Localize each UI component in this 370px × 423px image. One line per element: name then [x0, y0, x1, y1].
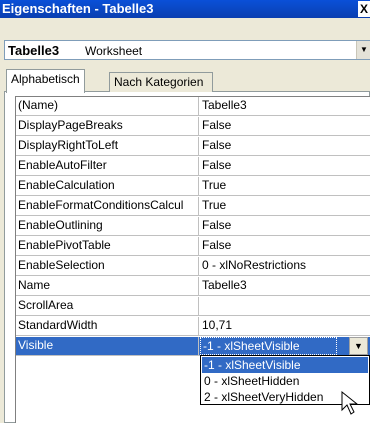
property-value[interactable]: True: [202, 198, 226, 212]
column-divider: [198, 337, 199, 356]
property-value[interactable]: False: [202, 118, 231, 132]
property-value[interactable]: False: [202, 158, 231, 172]
mouse-pointer-icon: [341, 390, 359, 415]
property-name: EnableFormatConditionsCalcul: [18, 198, 184, 212]
property-value[interactable]: False: [202, 218, 231, 232]
column-divider: [198, 97, 199, 116]
close-button[interactable]: X: [358, 1, 370, 17]
property-value[interactable]: Tabelle3: [202, 278, 247, 292]
column-divider: [198, 137, 199, 156]
object-name: Tabelle3: [8, 43, 60, 58]
column-divider: [198, 157, 199, 176]
property-value[interactable]: 0 - xlNoRestrictions: [202, 258, 306, 272]
property-name: EnableAutoFilter: [18, 158, 107, 172]
property-name: EnableCalculation: [18, 178, 115, 192]
property-name: ScrollArea: [18, 298, 74, 312]
option-xlsheethidden[interactable]: 0 - xlSheetHidden: [202, 373, 368, 389]
tab-nach-kategorien[interactable]: Nach Kategorien: [109, 72, 213, 92]
column-divider: [198, 197, 199, 216]
column-divider: [198, 297, 199, 316]
option-xlsheetvisible[interactable]: -1 - xlSheetVisible: [202, 357, 368, 373]
column-divider: [198, 317, 199, 336]
property-value[interactable]: True: [202, 178, 226, 192]
property-row[interactable]: (Name) Tabelle3: [16, 97, 370, 116]
property-row[interactable]: DisplayPageBreaks False: [16, 117, 370, 136]
column-divider: [198, 257, 199, 276]
column-divider: [198, 277, 199, 296]
property-row[interactable]: DisplayRightToLeft False: [16, 137, 370, 156]
property-name: DisplayPageBreaks: [18, 118, 123, 132]
property-name: StandardWidth: [18, 318, 98, 332]
chevron-down-icon[interactable]: ▼: [349, 337, 368, 355]
property-value[interactable]: Tabelle3: [202, 98, 247, 112]
visible-value-field[interactable]: -1 - xlSheetVisible: [200, 337, 337, 355]
column-divider: [198, 237, 199, 256]
property-row[interactable]: EnablePivotTable False: [16, 237, 370, 256]
property-row[interactable]: EnableOutlining False: [16, 217, 370, 236]
property-row[interactable]: EnableAutoFilter False: [16, 157, 370, 176]
property-value[interactable]: 10,71: [202, 318, 232, 332]
tab-alphabetisch[interactable]: Alphabetisch: [6, 69, 85, 93]
property-row[interactable]: ScrollArea: [16, 297, 370, 316]
property-row[interactable]: EnableFormatConditionsCalcul True: [16, 197, 370, 216]
property-name: EnablePivotTable: [18, 238, 111, 252]
chevron-down-icon[interactable]: ▼: [356, 41, 370, 59]
object-type: Worksheet: [85, 44, 143, 58]
column-divider: [198, 117, 199, 136]
property-row[interactable]: Name Tabelle3: [16, 277, 370, 296]
property-name: Name: [18, 278, 51, 292]
property-name: DisplayRightToLeft: [18, 138, 119, 152]
column-divider: [198, 217, 199, 236]
property-name: EnableOutlining: [18, 218, 103, 232]
property-value[interactable]: False: [202, 138, 231, 152]
property-row[interactable]: StandardWidth 10,71: [16, 317, 370, 336]
property-row[interactable]: EnableSelection 0 - xlNoRestrictions: [16, 257, 370, 276]
property-name: EnableSelection: [18, 258, 105, 272]
property-row[interactable]: EnableCalculation True: [16, 177, 370, 196]
property-name: Visible: [18, 338, 54, 352]
window-title: Eigenschaften - Tabelle3: [2, 1, 154, 16]
property-name: (Name): [18, 98, 59, 112]
column-divider: [198, 177, 199, 196]
title-bar: Eigenschaften - Tabelle3 X: [0, 0, 370, 18]
property-value[interactable]: False: [202, 238, 231, 252]
object-selector[interactable]: Tabelle3 Worksheet ▼: [4, 40, 370, 60]
